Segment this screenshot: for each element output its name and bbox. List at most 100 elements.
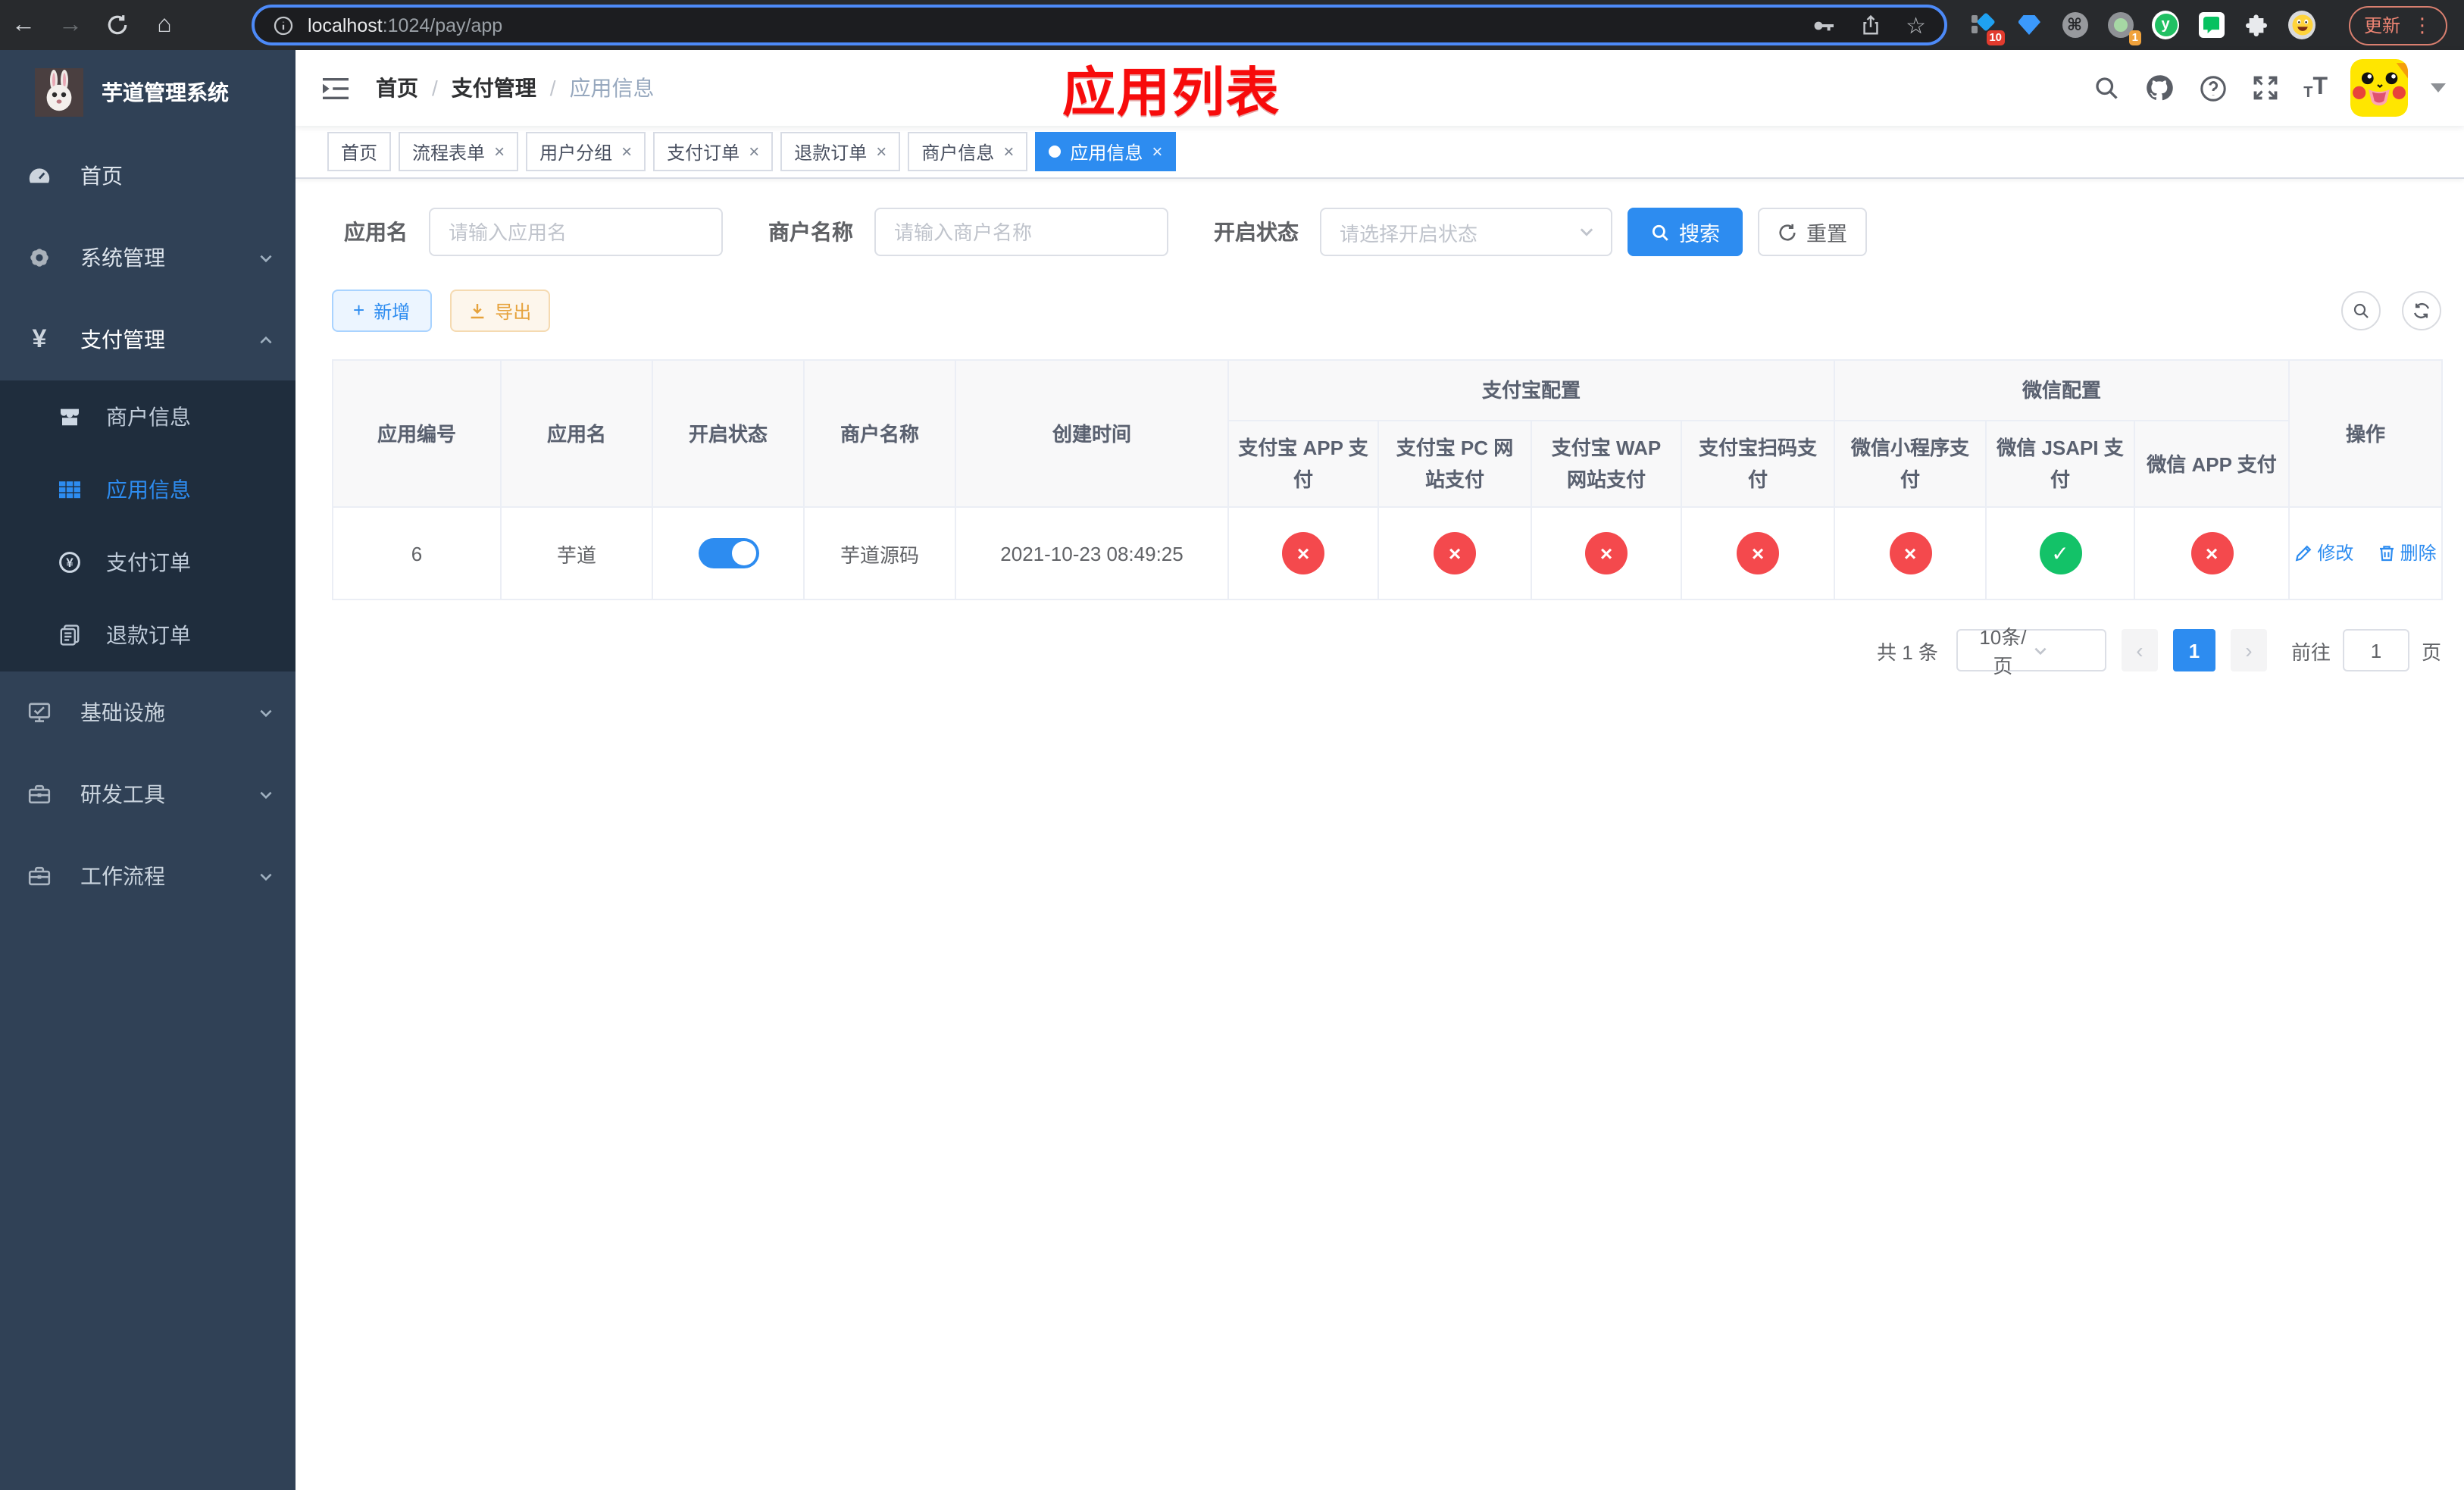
site-info-icon[interactable] <box>273 14 294 36</box>
tab-refund-orders[interactable]: 退款订单 × <box>780 132 901 171</box>
browser-profile-avatar[interactable] <box>2288 11 2315 39</box>
reset-button[interactable]: 重置 <box>1758 208 1867 256</box>
channel-status-icon: × <box>1434 532 1476 574</box>
cell-alipay-qr: × <box>1680 506 1836 600</box>
forward-icon[interactable]: → <box>47 0 94 50</box>
prev-page-button[interactable]: ‹ <box>2121 629 2158 671</box>
delete-label: 删除 <box>2400 543 2437 565</box>
sidebar-item-app-info[interactable]: 应用信息 <box>0 453 295 526</box>
extension-badge: 1 <box>2128 30 2141 45</box>
extension-circle-icon[interactable]: 1 <box>2106 11 2141 45</box>
tab-user-group[interactable]: 用户分组 × <box>526 132 646 171</box>
help-icon[interactable] <box>2197 74 2228 102</box>
font-size-icon[interactable]: TT <box>2303 74 2328 102</box>
trash-icon <box>2379 545 2394 561</box>
tab-close-icon[interactable]: × <box>1152 141 1162 162</box>
github-icon[interactable] <box>2144 73 2175 103</box>
url-bar[interactable]: localhost:1024/pay/app ☆ <box>252 5 1947 45</box>
page-content: 应用名 商户名称 开启状态 请选择开启状态 搜索 重置 <box>295 179 2464 678</box>
tab-pay-orders[interactable]: 支付订单 × <box>653 132 774 171</box>
app-name-input[interactable] <box>429 208 723 256</box>
breadcrumb-payment[interactable]: 支付管理 <box>452 73 536 103</box>
download-icon <box>470 304 483 319</box>
sidebar-collapse-icon[interactable] <box>321 75 350 101</box>
search-icon[interactable] <box>2091 74 2122 102</box>
add-button[interactable]: + 新增 <box>332 290 432 332</box>
reload-icon[interactable] <box>94 0 141 50</box>
breadcrumb-home[interactable]: 首页 <box>376 73 418 103</box>
export-button[interactable]: 导出 <box>449 290 550 332</box>
status-label: 开启状态 <box>1214 220 1299 244</box>
back-icon[interactable]: ← <box>0 0 47 50</box>
edit-link[interactable]: 修改 <box>2294 540 2353 566</box>
tab-process-form[interactable]: 流程表单 × <box>399 132 519 171</box>
search-button[interactable]: 搜索 <box>1628 208 1743 256</box>
browser-update-button[interactable]: 更新 ⋮ <box>2349 5 2448 45</box>
sidebar-item-label: 支付订单 <box>106 550 191 574</box>
col-created: 创建时间 <box>955 359 1229 508</box>
merchant-name-input[interactable] <box>874 208 1168 256</box>
avatar-caret-icon[interactable] <box>2431 83 2446 92</box>
home-icon[interactable]: ⌂ <box>141 0 188 50</box>
browser-menu-icon[interactable]: ⋮ <box>2412 13 2432 37</box>
page-number-1[interactable]: 1 <box>2172 629 2215 671</box>
tab-close-icon[interactable]: × <box>621 141 632 162</box>
next-page-button[interactable]: › <box>2230 629 2267 671</box>
group-wechat-config: 微信配置 <box>1834 359 2290 421</box>
tab-home[interactable]: 首页 <box>327 132 392 171</box>
tab-label: 用户分组 <box>539 142 613 163</box>
cell-alipay-app: × <box>1227 506 1379 600</box>
tab-merchant-info[interactable]: 商户信息 × <box>908 132 1028 171</box>
export-button-label: 导出 <box>495 301 532 322</box>
table-tools <box>2341 291 2441 330</box>
tab-label: 退款订单 <box>794 142 868 163</box>
tab-app-info[interactable]: 应用信息 × <box>1035 132 1177 171</box>
cell-wechat-app: × <box>2134 506 2290 600</box>
sidebar-item-workflow[interactable]: 工作流程 <box>0 835 295 917</box>
page-size-select[interactable]: 10条/页 <box>1956 626 2106 678</box>
tab-label: 首页 <box>341 142 378 163</box>
status-select[interactable]: 请选择开启状态 <box>1320 208 1612 256</box>
sidebar-item-label: 首页 <box>80 164 123 188</box>
tab-close-icon[interactable]: × <box>494 141 505 162</box>
update-label: 更新 <box>2364 15 2401 36</box>
dashboard-icon <box>27 164 52 188</box>
fullscreen-icon[interactable] <box>2250 74 2281 102</box>
tab-close-icon[interactable]: × <box>876 141 886 162</box>
sidebar-item-payment[interactable]: ¥ 支付管理 <box>0 299 295 380</box>
goto-page-input[interactable] <box>2342 629 2409 671</box>
extension-blue-diamond-icon[interactable]: 10 <box>1970 11 2005 45</box>
tab-close-icon[interactable]: × <box>749 141 759 162</box>
extension-gem-icon[interactable] <box>2015 11 2043 39</box>
toolbox-icon <box>27 782 52 806</box>
sidebar-item-pay-orders[interactable]: ¥ 支付订单 <box>0 526 295 599</box>
col-alipay-wap: 支付宝 WAP 网站支付 <box>1531 420 1682 508</box>
search-button-label: 搜索 <box>1679 223 1720 246</box>
col-alipay-pc: 支付宝 PC 网站支付 <box>1377 420 1532 508</box>
sidebar-item-dev-tools[interactable]: 研发工具 <box>0 753 295 835</box>
extension-y-icon[interactable]: y <box>2152 11 2179 39</box>
sidebar-item-system[interactable]: 系统管理 <box>0 217 295 299</box>
tab-close-icon[interactable]: × <box>1003 141 1014 162</box>
sidebar-item-infrastructure[interactable]: 基础设施 <box>0 671 295 753</box>
share-icon[interactable] <box>1859 14 1881 36</box>
extensions-puzzle-icon[interactable] <box>2243 11 2270 39</box>
toggle-search-button[interactable] <box>2341 291 2381 330</box>
refresh-table-button[interactable] <box>2402 291 2441 330</box>
user-avatar[interactable] <box>2350 59 2408 117</box>
sidebar-item-refund-orders[interactable]: 退款订单 <box>0 599 295 671</box>
gear-icon <box>27 246 52 270</box>
sidebar-item-label: 基础设施 <box>80 700 165 725</box>
app-title: 芋道管理系统 <box>102 80 229 105</box>
enabled-switch[interactable] <box>698 538 758 568</box>
col-merchant: 商户名称 <box>803 359 956 508</box>
extension-command-icon[interactable]: ⌘ <box>2061 11 2088 39</box>
sidebar-item-home[interactable]: 首页 <box>0 135 295 217</box>
delete-link[interactable]: 删除 <box>2378 540 2437 566</box>
sidebar-item-label: 系统管理 <box>80 246 165 270</box>
extension-chat-icon[interactable] <box>2197 11 2225 39</box>
sidebar-item-merchant-info[interactable]: 商户信息 <box>0 380 295 453</box>
bookmark-star-icon[interactable]: ☆ <box>1906 11 1926 39</box>
key-icon[interactable] <box>1810 13 1834 37</box>
extensions-row: 10 ⌘ 1 y 更新 ⋮ <box>1970 0 2448 50</box>
